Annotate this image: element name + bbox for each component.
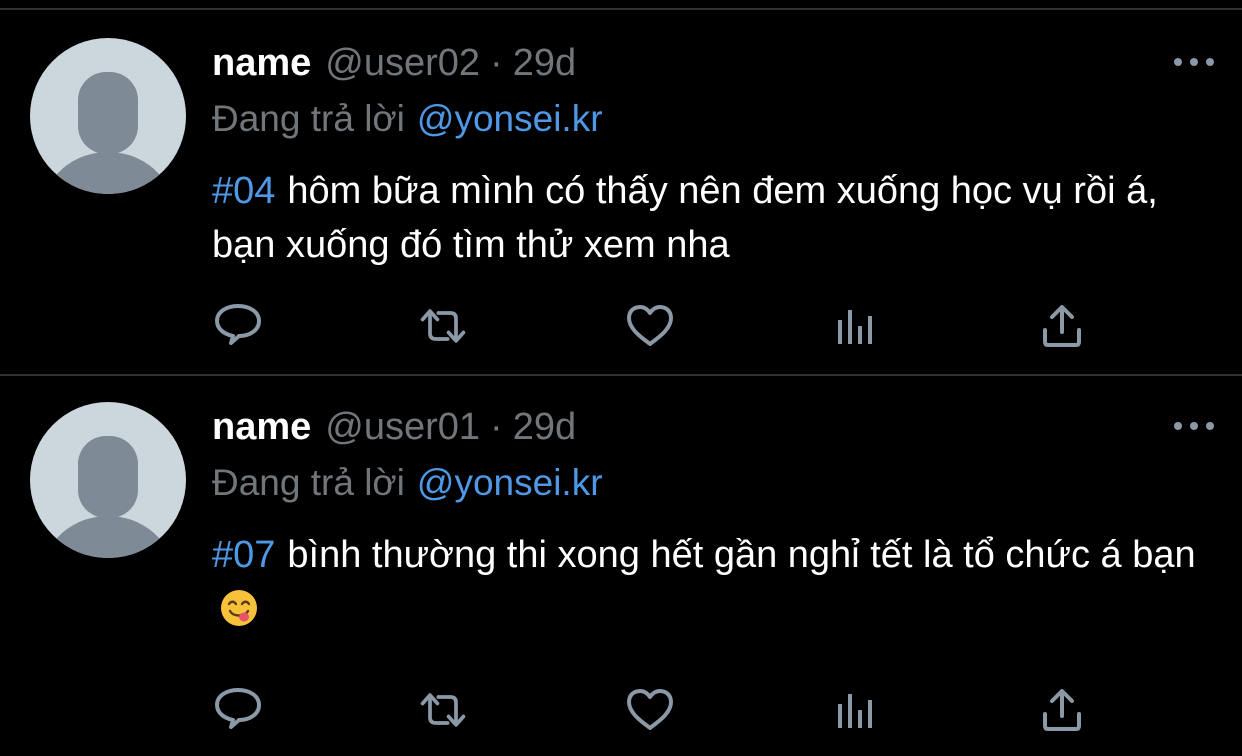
timestamp[interactable]: 29d	[513, 406, 576, 449]
author-name[interactable]: name	[212, 406, 311, 449]
tweet-item[interactable]: name @user02 · 29d Đang trả lời @yonsei.k…	[0, 12, 1242, 374]
views-icon	[838, 694, 872, 728]
like-icon	[627, 689, 673, 730]
more-dot	[1206, 58, 1214, 66]
like-icon	[627, 305, 673, 346]
replying-to-label: Đang trả lời	[212, 98, 405, 139]
more-dot	[1174, 58, 1182, 66]
replying-to-label: Đang trả lời	[212, 462, 405, 503]
reply-button[interactable]	[212, 302, 264, 350]
views-icon	[838, 310, 872, 344]
action-bar	[212, 302, 1112, 350]
retweet-button[interactable]	[417, 686, 469, 734]
views-button[interactable]	[830, 302, 882, 350]
share-button[interactable]	[1036, 686, 1088, 734]
views-button[interactable]	[830, 686, 882, 734]
author-handle[interactable]: @user01	[325, 406, 480, 449]
author-name[interactable]: name	[212, 42, 311, 85]
tweet-body: bình thường thi xong hết gần nghỉ tết là…	[287, 534, 1196, 576]
hashtag-link[interactable]: #04	[212, 170, 275, 212]
more-dot	[1174, 422, 1182, 430]
reply-mention-link[interactable]: @yonsei.kr	[417, 462, 603, 503]
face-savoring-food-emoji	[221, 590, 257, 626]
separator-dot: ·	[490, 42, 503, 84]
like-button[interactable]	[624, 302, 676, 350]
timestamp[interactable]: 29d	[513, 42, 576, 85]
more-dot	[1206, 422, 1214, 430]
reply-button[interactable]	[212, 686, 264, 734]
tweet-text: #07 bình thường thi xong hết gần nghỉ tết…	[212, 528, 1202, 636]
retweet-icon	[420, 309, 466, 343]
default-avatar-icon	[46, 72, 170, 194]
top-divider	[0, 0, 1242, 10]
more-dot	[1190, 58, 1198, 66]
more-icon[interactable]	[1174, 54, 1214, 70]
reply-mention-link[interactable]: @yonsei.kr	[417, 98, 603, 139]
retweet-icon	[420, 693, 466, 727]
tweet-item[interactable]: name @user01 · 29d Đang trả lời @yonsei.k…	[0, 376, 1242, 756]
avatar[interactable]	[30, 402, 186, 558]
share-icon	[1043, 305, 1081, 347]
share-button[interactable]	[1036, 302, 1088, 350]
replying-to: Đang trả lời @yonsei.kr	[212, 98, 603, 140]
separator-dot: ·	[490, 406, 503, 448]
share-icon	[1043, 689, 1081, 731]
tweet-header: name @user01 · 29d	[212, 406, 576, 456]
replying-to: Đang trả lời @yonsei.kr	[212, 462, 603, 504]
reply-icon	[215, 304, 261, 345]
more-dot	[1190, 422, 1198, 430]
tweet-body: hôm bữa mình có thấy nên đem xuống học v…	[212, 170, 1158, 266]
more-icon[interactable]	[1174, 418, 1214, 434]
retweet-button[interactable]	[417, 302, 469, 350]
hashtag-link[interactable]: #07	[212, 534, 275, 576]
tweet-text: #04 hôm bữa mình có thấy nên đem xuống họ…	[212, 164, 1202, 272]
like-button[interactable]	[624, 686, 676, 734]
default-avatar-icon	[46, 436, 170, 558]
reply-icon	[215, 688, 261, 729]
tweet-header: name @user02 · 29d	[212, 42, 576, 92]
action-bar	[212, 686, 1112, 734]
author-handle[interactable]: @user02	[325, 42, 480, 85]
avatar[interactable]	[30, 38, 186, 194]
